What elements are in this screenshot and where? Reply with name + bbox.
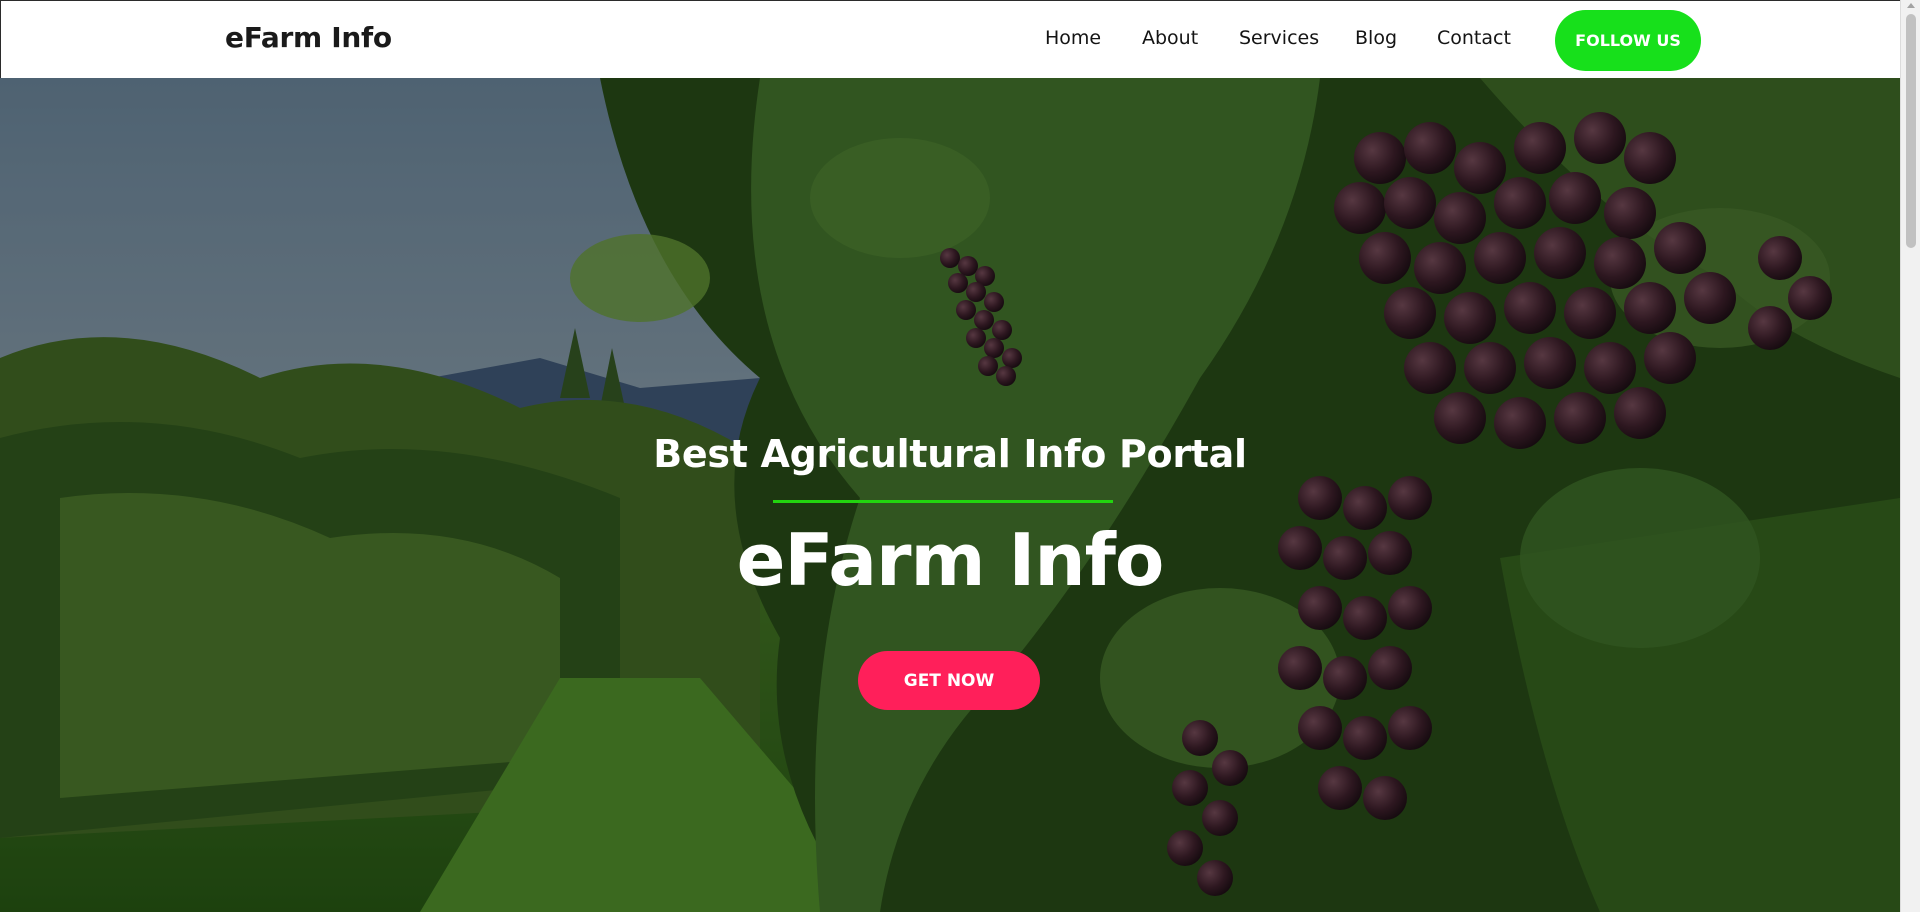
- brand-logo[interactable]: eFarm Info: [225, 21, 392, 54]
- page: eFarm Info Home About Services Blog Cont…: [0, 0, 1900, 912]
- hero-title: eFarm Info: [736, 518, 1165, 602]
- nav-link-blog[interactable]: Blog: [1355, 27, 1397, 49]
- follow-us-button[interactable]: FOLLOW US: [1555, 10, 1701, 71]
- nav-link-services[interactable]: Services: [1239, 27, 1319, 49]
- scroll-up-arrow-icon[interactable]: [1907, 3, 1915, 8]
- nav-link-home[interactable]: Home: [1045, 27, 1101, 49]
- hero-divider: [773, 500, 1113, 503]
- hero-content: Best Agricultural Info Portal eFarm Info…: [0, 78, 1900, 912]
- hero-subtitle: Best Agricultural Info Portal: [653, 432, 1247, 476]
- get-now-button[interactable]: GET NOW: [858, 651, 1040, 710]
- nav-links: Home About Services Blog Contact: [1045, 27, 1511, 49]
- nav-link-contact[interactable]: Contact: [1437, 27, 1511, 49]
- scrollbar[interactable]: [1900, 0, 1920, 912]
- scroll-thumb[interactable]: [1906, 14, 1916, 248]
- nav-link-about[interactable]: About: [1142, 27, 1198, 49]
- hero-section: Best Agricultural Info Portal eFarm Info…: [0, 78, 1900, 912]
- navbar: eFarm Info Home About Services Blog Cont…: [0, 0, 1900, 78]
